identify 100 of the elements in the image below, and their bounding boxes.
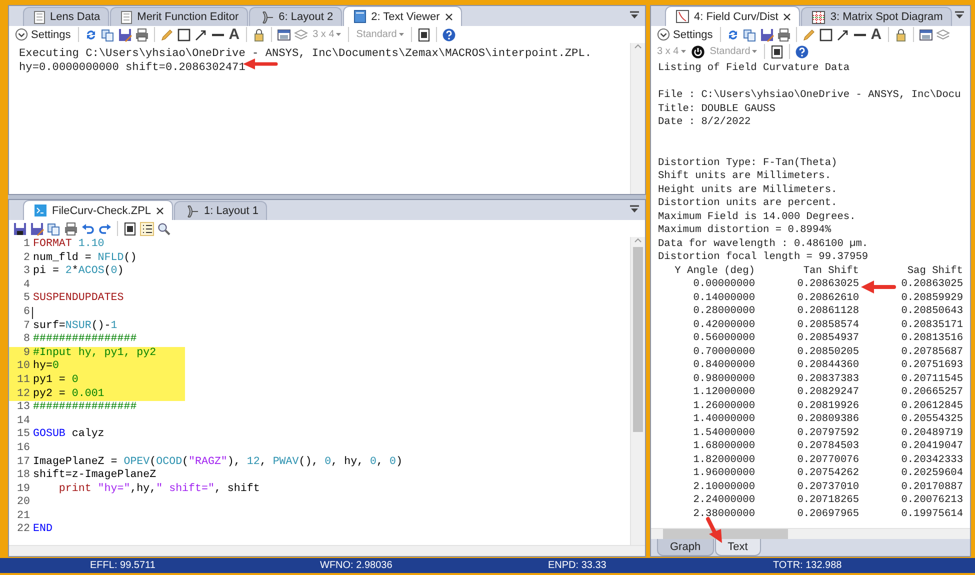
table-cell: 0.20489719 bbox=[901, 426, 963, 440]
text-tool-button[interactable]: A bbox=[870, 27, 883, 42]
table-cell: 0.70000000 bbox=[693, 346, 755, 359]
listing-line: File : C:\Users\yhsiao\OneDrive - ANSYS, Inc\Docu bbox=[658, 89, 961, 102]
tab[interactable]: Merit Function Editor bbox=[110, 7, 248, 26]
line-number: 9 bbox=[22, 346, 31, 360]
column-header: Tan Shift bbox=[803, 264, 859, 278]
undo-icon[interactable] bbox=[81, 222, 95, 236]
caret-icon bbox=[680, 50, 686, 54]
horizontal-scrollbar[interactable] bbox=[9, 545, 645, 556]
save-as-icon[interactable] bbox=[118, 28, 132, 42]
horizontal-scrollbar[interactable] bbox=[651, 528, 970, 539]
table-cell: 0.56000000 bbox=[693, 332, 755, 346]
print-icon[interactable] bbox=[64, 222, 78, 236]
code-line: hy=0 bbox=[32, 360, 59, 374]
table-cell: 0.20863025 bbox=[797, 278, 859, 292]
help-icon[interactable] bbox=[442, 28, 456, 42]
settings-button[interactable]: Settings bbox=[655, 28, 715, 41]
lens-icon bbox=[260, 10, 274, 24]
settings-button[interactable]: Settings bbox=[13, 28, 73, 41]
frame-icon[interactable] bbox=[416, 28, 431, 42]
code-line: ################ bbox=[32, 333, 137, 347]
save-icon[interactable] bbox=[13, 222, 27, 236]
tab[interactable]: Text bbox=[714, 539, 761, 556]
tab[interactable]: 4: Field Curv/Dist bbox=[665, 6, 800, 26]
line-number: 12 bbox=[16, 388, 31, 402]
code-line: GOSUB calyz bbox=[32, 428, 104, 442]
save-as-icon[interactable] bbox=[760, 28, 774, 42]
print-icon[interactable] bbox=[134, 28, 149, 42]
listing-line: Distortion Type: F-Tan(Theta) bbox=[658, 156, 838, 170]
line-number: 1 bbox=[22, 238, 31, 252]
lock-icon[interactable] bbox=[894, 28, 908, 42]
listing-line: Title: DOUBLE GAUSS bbox=[658, 102, 776, 116]
pointer-arrow bbox=[860, 280, 896, 294]
tab[interactable]: Lens Data bbox=[23, 7, 110, 26]
code-line: END bbox=[32, 523, 52, 538]
help-icon[interactable] bbox=[795, 44, 810, 58]
tab[interactable]: Graph bbox=[657, 539, 714, 556]
line-number: 3 bbox=[22, 265, 31, 279]
table-cell: 0.20612845 bbox=[901, 400, 963, 413]
rectangle-icon[interactable] bbox=[818, 28, 833, 42]
dropdown-caret-icon[interactable] bbox=[630, 205, 639, 213]
search-icon[interactable] bbox=[157, 222, 171, 236]
table-cell: 0.20862610 bbox=[797, 292, 859, 305]
table-cell: 0.84000000 bbox=[693, 359, 755, 372]
close-icon[interactable] bbox=[444, 12, 453, 20]
line-number: 8 bbox=[22, 333, 31, 347]
dropdown-caret-icon[interactable] bbox=[955, 11, 964, 19]
tab[interactable]: 1: Layout 1 bbox=[174, 201, 268, 220]
code-line: #Input hy, py1, py2 bbox=[32, 346, 156, 360]
frame-icon[interactable] bbox=[123, 222, 137, 236]
line-number: 6 bbox=[22, 306, 31, 320]
grid-icon bbox=[812, 10, 826, 24]
frame-icon[interactable] bbox=[770, 44, 784, 58]
table-cell: 2.10000000 bbox=[693, 480, 755, 494]
code-line: pi = 2*ACOS(0) bbox=[32, 265, 124, 279]
column-header: Sag Shift bbox=[907, 264, 963, 278]
table-cell: 0.20770076 bbox=[797, 454, 859, 467]
table-cell: 0.20554325 bbox=[901, 413, 963, 426]
redo-icon[interactable] bbox=[98, 222, 112, 236]
arrow-icon[interactable] bbox=[836, 28, 850, 42]
caret-icon bbox=[752, 50, 758, 54]
tab[interactable]: 2: Text Viewer bbox=[343, 6, 462, 26]
table-cell: 0.42000000 bbox=[693, 318, 755, 332]
table-cell: 2.38000000 bbox=[693, 508, 755, 521]
lock-icon[interactable] bbox=[252, 28, 266, 42]
lens-icon bbox=[185, 204, 200, 218]
copy-icon[interactable] bbox=[742, 28, 757, 42]
table-cell: 0.20837383 bbox=[797, 372, 859, 386]
table-cell: 0.20835171 bbox=[901, 318, 963, 332]
vertical-scrollbar[interactable] bbox=[630, 237, 645, 545]
document-icon bbox=[34, 10, 45, 24]
power-icon[interactable] bbox=[690, 44, 705, 58]
code-line: num_fld = NFLD() bbox=[32, 252, 137, 265]
arrow-icon[interactable] bbox=[194, 28, 208, 42]
save-as-icon[interactable] bbox=[30, 222, 44, 236]
text-tool-button[interactable]: A bbox=[228, 27, 241, 42]
rectangle-icon[interactable] bbox=[176, 28, 191, 42]
vertical-scrollbar[interactable] bbox=[630, 43, 645, 194]
table-cell: 0.20342333 bbox=[901, 454, 963, 467]
copy-icon[interactable] bbox=[47, 222, 61, 236]
code-line: surf=NSUR()-1 bbox=[32, 320, 118, 334]
table-cell: 0.20844360 bbox=[797, 359, 859, 372]
list-icon[interactable] bbox=[140, 222, 154, 236]
close-icon[interactable] bbox=[156, 206, 164, 214]
line-number: 19 bbox=[16, 482, 31, 496]
table-cell: 0.20711545 bbox=[901, 372, 963, 386]
line-number: 10 bbox=[16, 360, 31, 374]
window-icon[interactable] bbox=[918, 28, 933, 42]
print-icon[interactable] bbox=[776, 28, 791, 42]
copy-icon[interactable] bbox=[100, 28, 115, 42]
table-cell: 0.20850205 bbox=[797, 346, 859, 359]
code-line: ImagePlaneZ = OPEV(OCOD("RAGZ"), 12, PWAV(), 0, hy, 0, 0) bbox=[32, 456, 402, 469]
table-cell: 0.20859929 bbox=[901, 292, 963, 305]
window-icon[interactable] bbox=[276, 28, 291, 42]
dropdown-caret-icon[interactable] bbox=[630, 11, 639, 19]
tab[interactable]: FileCurv-Check.ZPL bbox=[23, 200, 174, 220]
tab[interactable]: 3: Matrix Spot Diagram bbox=[801, 7, 952, 26]
tab[interactable]: 6: Layout 2 bbox=[248, 7, 342, 26]
close-icon[interactable] bbox=[783, 12, 792, 20]
